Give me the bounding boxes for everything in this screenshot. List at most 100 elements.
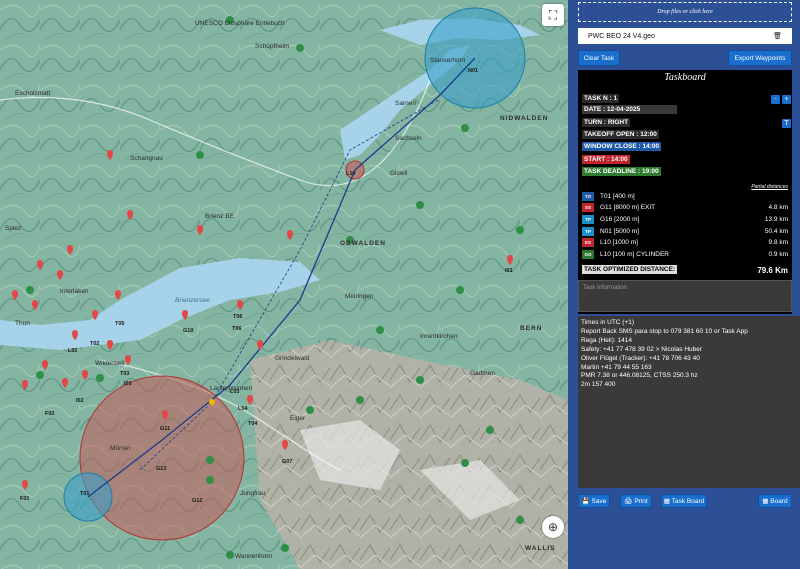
peak-icon <box>281 544 289 552</box>
turnpoint-distance: 50.4 km <box>764 228 788 235</box>
map-canvas[interactable]: UNESCO Biosphäre Entlebuch Schüpfheim St… <box>0 0 568 569</box>
turnpoint-row[interactable]: SS G11 [8000 m] EXIT 4.8 km <box>582 203 788 213</box>
task-board-button[interactable]: ▦ Task Board <box>661 494 707 508</box>
place-label: Innertkirchen <box>420 333 458 340</box>
task-file-row[interactable]: PWC BEO 24 V4.geo 🗑 <box>578 28 792 44</box>
place-label: Jungfrau <box>240 490 266 497</box>
place-label: Giswil <box>390 170 408 177</box>
place-label: Brienzersee <box>175 297 210 304</box>
turnpoint-row[interactable]: GO L10 [100 m] CYLINDER 0.9 km <box>582 250 788 260</box>
turnpoint-marker <box>209 399 215 405</box>
place-label: UNESCO Biosphäre Entlebuch <box>195 20 285 27</box>
task-information-input[interactable]: Task Information <box>578 280 792 312</box>
start-cylinder[interactable] <box>79 375 245 541</box>
board-button[interactable]: ▦ Board <box>758 494 792 508</box>
peak-icon <box>416 376 424 384</box>
waypoint-label: G07 <box>282 459 292 465</box>
place-label: Thun <box>15 320 30 327</box>
waypoint-label: I03 <box>124 381 132 387</box>
place-label: Mürren <box>110 445 131 452</box>
turnpoint-distance: 0.9 km <box>768 251 788 258</box>
turnpoint-type-badge: TO <box>582 192 594 201</box>
clear-task-button[interactable]: Clear Task <box>578 50 620 66</box>
note-line: Safety: +41 77 478 39 02 > Nicolas Huber <box>581 345 703 353</box>
task-panel: Drop files or click here PWC BEO 24 V4.g… <box>568 0 800 569</box>
export-waypoints-button[interactable]: Export Waypoints <box>728 50 792 66</box>
waypoint-label: T03 <box>120 371 129 377</box>
peak-icon <box>486 426 494 434</box>
place-label: NIDWALDEN <box>500 115 548 122</box>
note-line: Rega (Heli): 1414 <box>581 336 632 344</box>
place-label: BERN <box>520 325 542 332</box>
print-icon: 🖨 <box>624 498 635 505</box>
waypoint-label: F02 <box>45 411 54 417</box>
board-label: Board <box>770 497 788 505</box>
task-file-name: PWC BEO 24 V4.geo <box>588 32 655 40</box>
peak-icon <box>416 201 424 209</box>
note-line: PMR 7.38 or 446.08125, CTSS 250.3 hz <box>581 372 698 380</box>
peak-icon <box>36 371 44 379</box>
optimized-distance-row: TASK OPTIMIZED DISTANCE: 79.6 Km <box>582 265 788 276</box>
place-label: Schüpfheim <box>255 43 289 50</box>
turnpoint-distance: 9.8 km <box>768 239 788 246</box>
waypoint-label: G12 <box>192 498 202 504</box>
task-decrement-button[interactable]: - <box>771 95 780 104</box>
task-increment-button[interactable]: + <box>782 95 791 104</box>
place-label: Brienz BE <box>205 213 235 220</box>
turnpoint-row[interactable]: TP G16 [2000 m] 13.9 km <box>582 215 788 225</box>
save-icon: 💾 <box>581 498 592 505</box>
place-label: Escholzmatt <box>15 90 51 97</box>
turnpoint-name: L10 [1000 m] <box>600 239 638 246</box>
peak-icon <box>206 456 214 464</box>
waypoint-label: L10 <box>346 171 355 177</box>
turnpoint-type-badge: SS <box>582 203 594 212</box>
place-label: Stanserhorn <box>430 57 466 64</box>
place-label: Schangnau <box>130 155 163 162</box>
waypoint-label: T02 <box>90 341 99 347</box>
start-time: START : 14:00 <box>582 155 630 164</box>
waypoint-label: L03 <box>230 389 239 395</box>
turnpoint-distance: 13.9 km <box>764 216 788 223</box>
place-label: Interlaken <box>60 288 89 295</box>
window-close: WINDOW CLOSE : 14:00 <box>582 142 662 151</box>
waypoint-label: L02 <box>68 348 77 354</box>
waypoint-label: L04 <box>238 406 248 412</box>
print-button[interactable]: 🖨 Print <box>620 494 652 508</box>
waypoint-label: T04 <box>248 421 258 427</box>
turnpoint-row[interactable]: ES L10 [1000 m] 9.8 km <box>582 238 788 248</box>
locate-button[interactable]: ⊕ <box>542 516 564 538</box>
waypoint-label: I01 <box>505 268 513 274</box>
turnpoint-name: N01 [5000 m] <box>600 228 640 235</box>
fullscreen-button[interactable]: ⛶ <box>542 4 564 26</box>
peak-icon <box>296 44 304 52</box>
save-label: Save <box>591 497 607 505</box>
task-deadline: TASK DEADLINE : 19:00 <box>582 167 661 176</box>
turnpoint-type-badge: GO <box>582 250 594 259</box>
turnpoint-name: G11 [8000 m] EXIT <box>600 204 656 211</box>
turnpoint-row[interactable]: TO T01 [400 m] <box>582 192 788 202</box>
waypoint-label: G11 <box>160 426 170 432</box>
trash-icon[interactable]: 🗑 <box>773 32 782 40</box>
turnpoint-row[interactable]: TP N01 [5000 m] 50.4 km <box>582 227 788 237</box>
map-view[interactable]: UNESCO Biosphäre Entlebuch Schüpfheim St… <box>0 0 568 569</box>
place-label: Spiez <box>5 225 21 232</box>
turn-toggle-button[interactable]: T <box>782 119 791 128</box>
place-label: Wannenhorn <box>235 553 272 560</box>
save-button[interactable]: 💾 Save <box>578 494 610 508</box>
peak-icon <box>516 226 524 234</box>
task-board-label: Task Board <box>671 497 705 505</box>
note-line: Times in UTC (+1) <box>581 319 635 326</box>
task-date[interactable]: DATE : 12-04-2025 <box>582 105 677 114</box>
task-notes[interactable]: Times in UTC (+1) Report Back SMS para s… <box>578 316 800 488</box>
note-line: 2m 157 400 <box>581 381 616 389</box>
grid-icon: ▦ <box>762 498 771 505</box>
waypoint-label: T05 <box>115 321 124 327</box>
taskboard: Taskboard TASK N : 1 - + DATE : 12-04-20… <box>578 70 792 314</box>
file-dropzone[interactable]: Drop files or click here <box>578 2 792 22</box>
turnpoint-type-badge: ES <box>582 238 594 247</box>
place-label: Eiger <box>290 415 306 422</box>
turnpoint-name: L10 [100 m] CYLINDER <box>600 251 670 258</box>
taskboard-title: Taskboard <box>664 72 706 83</box>
place-label: Wilderswil <box>95 360 125 367</box>
peak-icon <box>306 406 314 414</box>
